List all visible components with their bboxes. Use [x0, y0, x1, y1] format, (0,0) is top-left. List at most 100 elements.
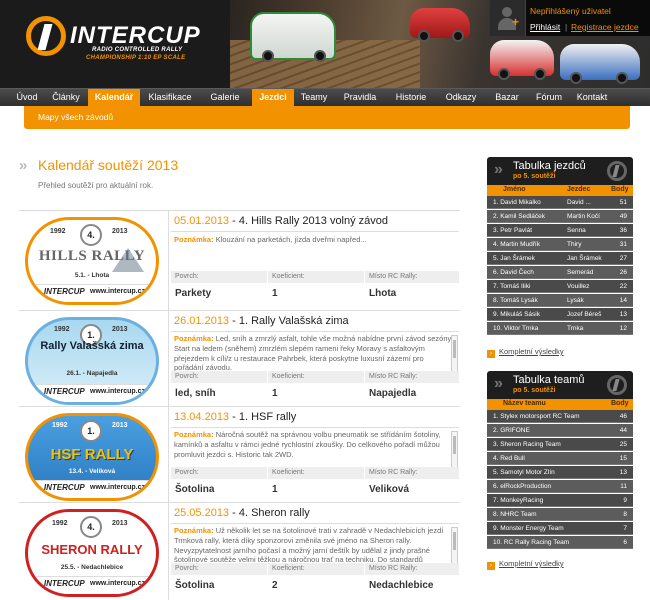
- table-row[interactable]: 2. Kamil Sedláček Martin Kočí 49: [487, 210, 633, 223]
- table-row[interactable]: 6. elRockProduction 11: [487, 480, 633, 493]
- plate-years-2: 2013: [112, 326, 128, 333]
- table-row[interactable]: 9. Mikuláš Sásik Jozef Béreš 13: [487, 308, 633, 321]
- table-row[interactable]: 3. Petr Pavlát Senna 36: [487, 224, 633, 237]
- table-row[interactable]: 8. Tomáš Lysák Lysák 14: [487, 294, 633, 307]
- table-row[interactable]: 1. Stylex motorsport RC Team 46: [487, 410, 633, 423]
- race-plate-image[interactable]: 1992 1. 2013 Rally Valašská zima 26.1. -…: [19, 311, 167, 411]
- plate-title: Rally Valašská zima: [40, 340, 144, 352]
- venue-header: Místo RC Rally:: [365, 371, 459, 383]
- race-title[interactable]: 25.05.2013 - 4. Sheron rally: [174, 507, 310, 519]
- race-plate-image[interactable]: 1992 1. 2013 HSF RALLY 13.4. - Veliková …: [19, 407, 167, 507]
- table-cell: Martin Kočí: [567, 213, 600, 220]
- table-cell: 2. Kamil Sedláček: [493, 213, 546, 220]
- table-cell: 5. Jan Šrámek: [493, 255, 535, 262]
- plate-logo: INTERCUP: [38, 387, 85, 396]
- divider: [171, 523, 459, 524]
- race-info: 26.01.2013 - 1. Rally Valašská zima Pozn…: [168, 311, 460, 411]
- table-row[interactable]: 6. David Čech Semerád 26: [487, 266, 633, 279]
- header-car-red: [410, 8, 470, 42]
- table-cell: Lysák: [567, 297, 584, 304]
- table-cell: 13: [619, 311, 627, 318]
- venue-value: Napajedla: [369, 388, 417, 399]
- race-note: Poznámka: Náročná soutěž na správnou vol…: [174, 430, 454, 468]
- login-link[interactable]: Přihlásit: [530, 22, 560, 32]
- col-points: Body: [611, 400, 629, 407]
- sub-nav-maps-link[interactable]: Mapy všech závodů: [38, 112, 113, 122]
- note-scrollbar[interactable]: [451, 335, 458, 373]
- table-row[interactable]: 7. Tomáš Iliki Vouillez 22: [487, 280, 633, 293]
- nav-item-uvod[interactable]: Úvod: [12, 89, 42, 107]
- teams-table-title: Tabulka teamů: [513, 374, 585, 386]
- plate-url: www.intercup.cz: [90, 580, 145, 587]
- table-row[interactable]: 4. Martin Mudřík Thiry 31: [487, 238, 633, 251]
- plate-logo: INTERCUP: [38, 483, 85, 492]
- nav-item-bazar[interactable]: Bazar: [490, 89, 524, 107]
- table-row[interactable]: 3. Sheron Racing Team 25: [487, 438, 633, 451]
- race-note: Poznámka: Už několik let se na šotolinov…: [174, 526, 454, 564]
- table-cell: 51: [619, 199, 627, 206]
- drivers-results-link[interactable]: › Kompletní výsledky: [487, 347, 564, 358]
- surface-value: led, sníh: [175, 388, 216, 399]
- table-cell: 44: [619, 427, 627, 434]
- logo-title[interactable]: INTERCUP: [70, 22, 201, 50]
- nav-item-jezdci[interactable]: Jezdci: [252, 89, 294, 107]
- drivers-table: » Tabulka jezdců po 5. soutěži Jméno Jez…: [487, 157, 633, 367]
- nav-item-kontakt[interactable]: Kontakt: [572, 89, 612, 107]
- race-info: 05.01.2013 - 4. Hills Rally 2013 volný z…: [168, 211, 460, 311]
- table-row[interactable]: 10. RC Rally Racing Team 6: [487, 536, 633, 549]
- coef-header: Koeficient:: [268, 467, 364, 479]
- table-row[interactable]: 2. GRIFONE 44: [487, 424, 633, 437]
- race-title[interactable]: 26.01.2013 - 1. Rally Valašská zima: [174, 315, 349, 327]
- race-title[interactable]: 05.01.2013 - 4. Hills Rally 2013 volný z…: [174, 215, 388, 227]
- note-label: Poznámka:: [174, 526, 214, 535]
- nav-item-kalendar[interactable]: Kalendář: [88, 89, 140, 107]
- divider: [171, 331, 459, 332]
- race-plate-image[interactable]: 4. 1992 2013 HILLS RALLY 5.1. - Lhota IN…: [19, 211, 167, 311]
- table-row[interactable]: 1. David Mikalko David ... 51: [487, 196, 633, 209]
- race-info: 25.05.2013 - 4. Sheron rally Poznámka: U…: [168, 503, 460, 600]
- table-row[interactable]: 5. Samotyl Motor Zlín 13: [487, 466, 633, 479]
- plate-years: 1992: [54, 326, 70, 333]
- race-plate-image[interactable]: 1992 4. 2013 SHERON RALLY 25.5. - Nedach…: [19, 503, 167, 600]
- note-scrollbar[interactable]: [451, 431, 458, 469]
- rally-plate: 1992 4. 2013 SHERON RALLY 25.5. - Nedach…: [25, 509, 159, 597]
- table-row[interactable]: 5. Jan Šrámek Jan Šrámek 27: [487, 252, 633, 265]
- plate-footer: INTERCUP www.intercup.cz: [28, 576, 156, 594]
- page-subtitle: Přehled soutěží pro aktuální rok.: [38, 181, 154, 190]
- intercup-logo-icon[interactable]: [26, 16, 66, 56]
- table-cell: 6. David Čech: [493, 269, 534, 276]
- plate-date: 25.5. - Nedachlebice: [60, 564, 124, 571]
- nav-item-historie[interactable]: Historie: [390, 89, 432, 107]
- nav-item-odkazy[interactable]: Odkazy: [442, 89, 480, 107]
- table-row[interactable]: 10. Viktor Trnka Trnka 12: [487, 322, 633, 335]
- plate-footer: INTERCUP www.intercup.cz: [28, 284, 156, 302]
- rally-plate: 1992 1. 2013 HSF RALLY 13.4. - Veliková …: [25, 413, 159, 501]
- col-name: Jméno: [503, 186, 526, 193]
- table-row[interactable]: 9. Monster Energy Team 7: [487, 522, 633, 535]
- table-cell: 12: [619, 325, 627, 332]
- table-row[interactable]: 4. Red Bull 15: [487, 452, 633, 465]
- nav-item-klasifikace[interactable]: Klasifikace: [142, 89, 198, 107]
- intercup-logo-icon: [607, 161, 627, 181]
- rally-plate: 1992 1. 2013 Rally Valašská zima 26.1. -…: [25, 317, 159, 405]
- note-scrollbar[interactable]: [451, 527, 458, 565]
- register-link[interactable]: Registrace jezdce: [571, 22, 639, 32]
- table-cell: 27: [619, 255, 627, 262]
- table-cell: 22: [619, 283, 627, 290]
- table-cell: 7. MonkeyRacing: [493, 497, 544, 504]
- nav-item-clanky[interactable]: Články: [46, 89, 86, 107]
- nav-item-forum[interactable]: Fórum: [532, 89, 566, 107]
- header-car-redwhite: [490, 40, 554, 80]
- nav-item-pravidla[interactable]: Pravidla: [338, 89, 382, 107]
- teams-results-label: Kompletní výsledky: [499, 559, 564, 568]
- table-cell: 6: [623, 539, 627, 546]
- teams-results-link[interactable]: › Kompletní výsledky: [487, 559, 564, 570]
- nav-item-teamy[interactable]: Teamy: [296, 89, 332, 107]
- table-cell: 15: [619, 455, 627, 462]
- table-row[interactable]: 8. NHRC Team 8: [487, 508, 633, 521]
- table-cell: 10. RC Rally Racing Team: [493, 539, 570, 546]
- nav-item-galerie[interactable]: Galerie: [204, 89, 246, 107]
- race-title[interactable]: 13.04.2013 - 1. HSF rally: [174, 411, 296, 423]
- table-row[interactable]: 7. MonkeyRacing 9: [487, 494, 633, 507]
- plate-years: 1992: [52, 520, 68, 527]
